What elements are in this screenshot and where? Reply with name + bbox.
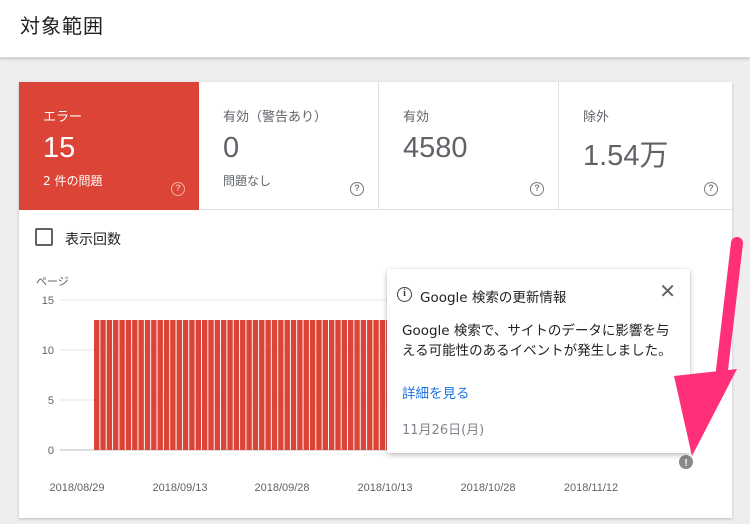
bar — [278, 320, 284, 450]
bar — [106, 320, 113, 450]
bar — [259, 320, 265, 450]
popup-title: Google 検索の更新情報 — [420, 290, 567, 306]
y-axis-ticks: 0 5 10 15 — [42, 295, 54, 457]
bar — [341, 320, 348, 450]
bar — [316, 320, 322, 450]
bar — [271, 320, 278, 450]
bar — [309, 320, 316, 450]
bar — [335, 320, 341, 450]
bar — [208, 320, 214, 450]
bar — [195, 320, 201, 450]
y-tick-label: 15 — [42, 295, 54, 307]
bar — [290, 320, 297, 450]
close-icon[interactable]: ✕ — [659, 281, 676, 301]
bar — [322, 320, 328, 450]
bar — [379, 320, 386, 450]
popup-body: Google 検索で、サイトのデータに影響を与える可能性のあるイベントが発生しま… — [402, 323, 672, 359]
bar — [214, 320, 221, 450]
bar — [163, 320, 170, 450]
x-tick-label: 2018/09/13 — [152, 482, 207, 494]
bar — [240, 320, 246, 450]
x-tick-label: 2018/08/29 — [49, 482, 104, 494]
x-tick-label: 2018/10/13 — [357, 482, 412, 494]
bar — [144, 320, 151, 450]
bar — [227, 320, 233, 450]
bar — [252, 320, 259, 450]
bar — [113, 320, 119, 450]
bar — [303, 320, 309, 450]
x-tick-label: 2018/10/28 — [460, 482, 515, 494]
y-tick-label: 10 — [42, 345, 54, 357]
bar — [125, 320, 132, 450]
info-icon: i — [397, 287, 412, 302]
x-tick-label: 2018/11/12 — [564, 482, 618, 494]
bar — [176, 320, 182, 450]
bar — [221, 320, 227, 450]
bar — [132, 320, 138, 450]
learn-more-link[interactable]: 詳細を見る — [402, 382, 470, 402]
bar — [367, 320, 373, 450]
bar — [265, 320, 271, 450]
bar — [373, 320, 379, 450]
x-axis-ticks: 2018/08/29 2018/09/13 2018/09/28 2018/10/13… — [49, 482, 618, 494]
bar — [297, 320, 303, 450]
bar — [201, 320, 208, 450]
bar — [157, 320, 163, 450]
bar — [170, 320, 176, 450]
bar — [138, 320, 144, 450]
x-tick-label: 2018/09/28 — [254, 482, 309, 494]
svg-text:!: ! — [684, 458, 687, 469]
bar — [119, 320, 125, 450]
bar — [189, 320, 195, 450]
y-tick-label: 5 — [48, 395, 54, 407]
y-axis-title: ページ — [36, 276, 69, 288]
bar — [100, 320, 106, 450]
bar — [94, 320, 100, 450]
bar — [233, 320, 240, 450]
bar — [360, 320, 367, 450]
bar — [284, 320, 290, 450]
bar — [151, 320, 157, 450]
bar — [328, 320, 335, 450]
bar — [348, 320, 354, 450]
popup-date: 11月26日(月) — [402, 423, 485, 438]
update-info-popup: i Google 検索の更新情報 ✕ Google 検索で、サイトのデータに影響… — [387, 269, 690, 453]
bar — [246, 320, 252, 450]
y-tick-label: 0 — [48, 445, 54, 457]
bar — [182, 320, 189, 450]
bar — [354, 320, 360, 450]
annotation-marker-icon[interactable]: ! — [679, 455, 693, 469]
